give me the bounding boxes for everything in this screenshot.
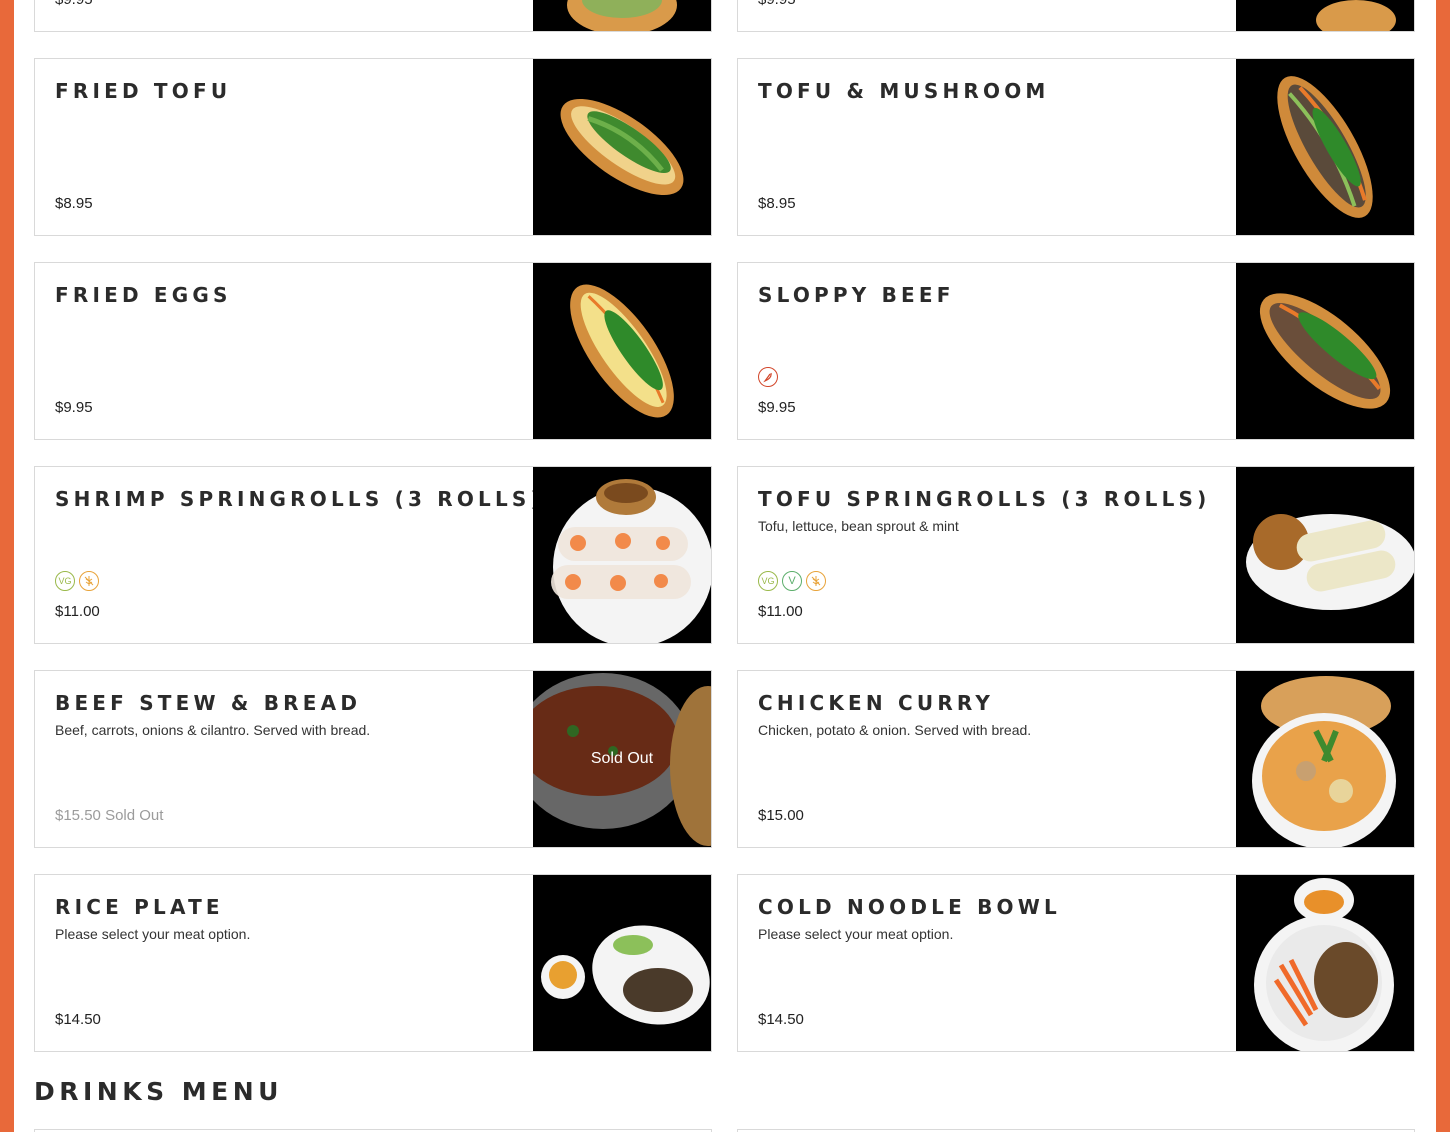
item-description: Chicken, potato & onion. Served with bre…	[758, 722, 1032, 738]
vegetarian-badge: V	[782, 571, 802, 591]
menu-item-beef-stew[interactable]: Beef Stew & Bread Beef, carrots, onions …	[34, 670, 712, 848]
item-description: Tofu, lettuce, bean sprout & mint	[758, 518, 959, 534]
menu-item-card[interactable]: $9.95	[737, 0, 1415, 32]
item-name: Shrimp Springrolls (3 Rolls)	[55, 487, 544, 511]
gluten-free-icon	[806, 571, 826, 591]
drinks-menu-title: DRINKS MENU	[34, 1077, 283, 1106]
springroll-icon	[1246, 514, 1414, 610]
item-photo	[533, 875, 711, 1051]
item-photo	[1236, 467, 1414, 643]
item-photo: Sold Out	[533, 671, 711, 847]
item-price: $14.50	[55, 1011, 101, 1028]
item-photo	[1236, 263, 1414, 439]
menu-item-rice-plate[interactable]: Rice Plate Please select your meat optio…	[34, 874, 712, 1052]
item-price: $11.00	[758, 603, 803, 620]
item-name: Fried Tofu	[55, 79, 232, 103]
item-name: Tofu Springrolls (3 Rolls)	[758, 487, 1211, 511]
menu-item-card[interactable]: $9.95	[34, 0, 712, 32]
rice-plate-icon	[541, 925, 710, 1025]
item-price: $9.95	[758, 0, 796, 8]
item-name: Beef Stew & Bread	[55, 691, 362, 715]
gluten-free-icon	[79, 571, 99, 591]
item-photo	[533, 467, 711, 643]
item-photo	[1236, 875, 1414, 1051]
item-price: $9.95	[55, 399, 93, 416]
menu-item-shrimp-springrolls[interactable]: Shrimp Springrolls (3 Rolls) VG $11.00	[34, 466, 712, 644]
item-photo	[1236, 0, 1414, 31]
curry-bowl-icon	[1252, 676, 1396, 847]
item-price: $8.95	[758, 195, 796, 212]
item-price: $9.95	[758, 399, 796, 416]
item-description: Please select your meat option.	[758, 926, 954, 942]
item-description: Beef, carrots, onions & cilantro. Served…	[55, 722, 371, 738]
item-badges: VG	[55, 571, 99, 591]
menu-item-tofu-springrolls[interactable]: Tofu Springrolls (3 Rolls) Tofu, lettuce…	[737, 466, 1415, 644]
menu-item-cold-noodle-bowl[interactable]: Cold Noodle Bowl Please select your meat…	[737, 874, 1415, 1052]
menu-item-chicken-curry[interactable]: Chicken Curry Chicken, potato & onion. S…	[737, 670, 1415, 848]
menu-item-fried-tofu[interactable]: Fried Tofu $8.95	[34, 58, 712, 236]
menu-item-sloppy-beef[interactable]: Sloppy Beef $9.95	[737, 262, 1415, 440]
menu-page: $9.95 $9.95 Fried Tofu $8.95	[14, 0, 1436, 1132]
banh-mi-icon	[567, 0, 677, 31]
item-photo	[1236, 59, 1414, 235]
item-name: Sloppy Beef	[758, 283, 955, 307]
spicy-icon	[758, 367, 778, 387]
item-price: $8.95	[55, 195, 93, 212]
banh-mi-icon	[1277, 76, 1373, 218]
banh-mi-icon	[560, 98, 684, 196]
vegan-badge: VG	[758, 571, 778, 591]
item-price: $15.50 Sold Out	[55, 807, 163, 824]
item-badges: VG V	[758, 571, 826, 591]
item-name: Fried Eggs	[55, 283, 232, 307]
banh-mi-icon	[1259, 293, 1391, 409]
item-name: Tofu & Mushroom	[758, 79, 1050, 103]
item-photo	[533, 263, 711, 439]
item-description: Please select your meat option.	[55, 926, 251, 942]
sold-out-label: Sold Out	[105, 807, 164, 824]
item-name: Rice Plate	[55, 895, 224, 919]
vegan-badge: VG	[55, 571, 75, 591]
menu-item-fried-eggs[interactable]: Fried Eggs $9.95	[34, 262, 712, 440]
noodle-bowl-icon	[1254, 878, 1394, 1051]
menu-item-tofu-mushroom[interactable]: Tofu & Mushroom $8.95	[737, 58, 1415, 236]
item-name: Cold Noodle Bowl	[758, 895, 1061, 919]
item-price: $11.00	[55, 603, 100, 620]
item-price: $14.50	[758, 1011, 804, 1028]
sold-out-overlay: Sold Out	[533, 671, 711, 847]
item-price: $15.00	[758, 807, 804, 824]
item-photo	[533, 0, 711, 31]
item-price: $9.95	[55, 0, 93, 8]
item-photo	[533, 59, 711, 235]
item-badges	[758, 367, 778, 387]
springroll-icon	[551, 479, 711, 643]
banh-mi-icon	[1316, 0, 1396, 31]
price-value: $15.50	[55, 807, 101, 824]
item-name: Chicken Curry	[758, 691, 995, 715]
item-photo	[1236, 671, 1414, 847]
banh-mi-icon	[570, 284, 674, 418]
